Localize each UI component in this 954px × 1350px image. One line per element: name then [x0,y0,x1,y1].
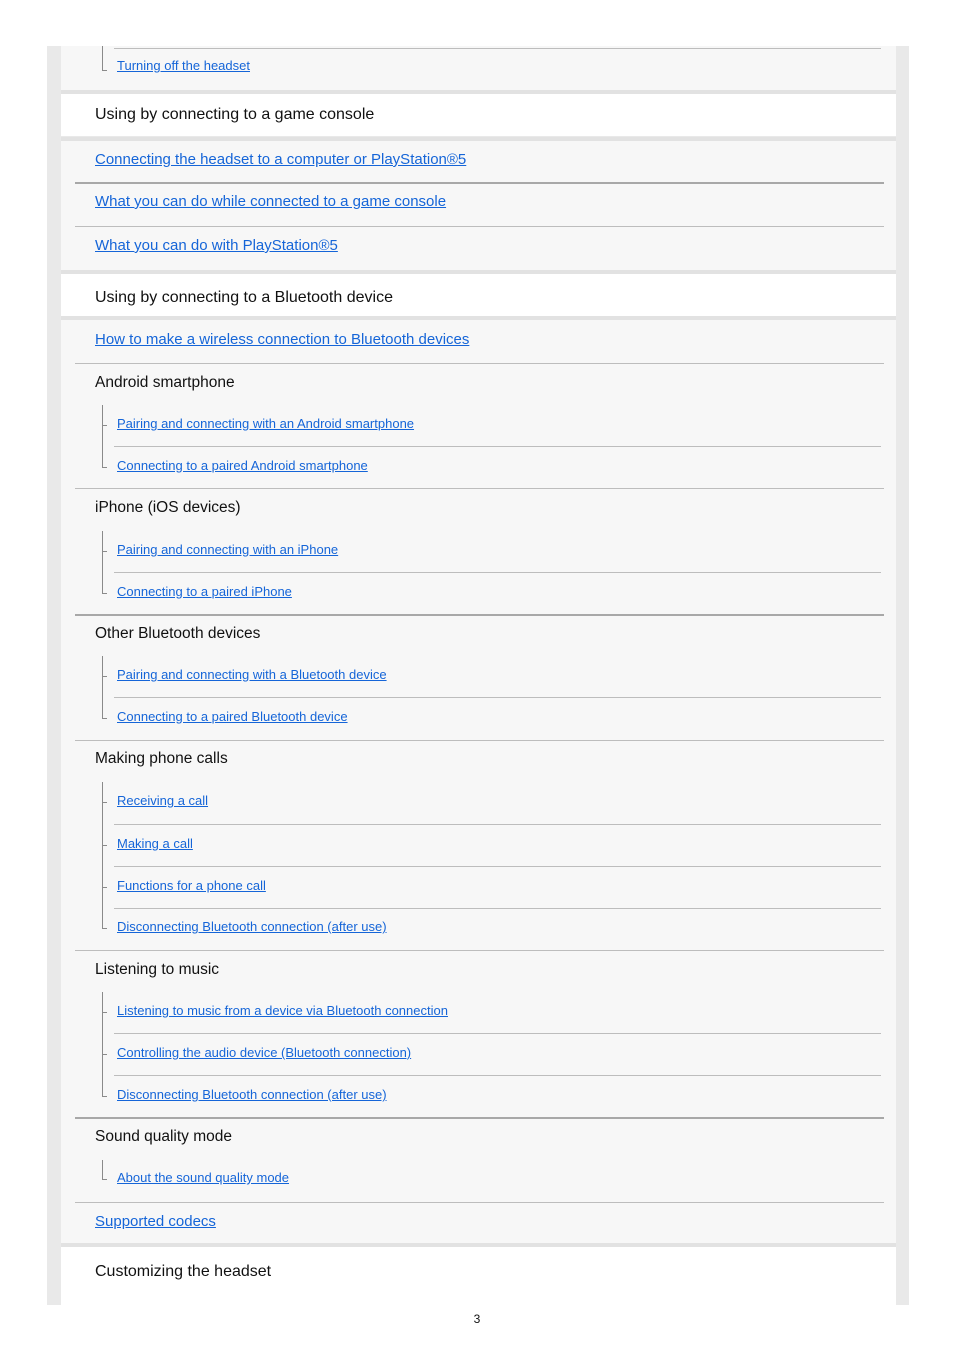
group-title: Other Bluetooth devices [95,625,261,642]
sub-link[interactable]: Disconnecting Bluetooth connection (afte… [117,1086,387,1104]
tree-tick [102,1012,107,1013]
link-game-console[interactable]: What you can do while connected to a gam… [95,193,446,211]
tree-tick [102,802,107,803]
tree-tick [102,1096,107,1097]
divider [75,950,884,951]
section-title: Customizing the headset [95,1263,272,1280]
link-connect-ps5[interactable]: Connecting the headset to a computer or … [95,151,466,169]
divider [114,48,881,49]
divider [114,572,881,573]
tree-line [102,992,103,1096]
sub-link[interactable]: Making a call [117,835,193,853]
divider [75,740,884,741]
tree-tick [102,467,107,468]
divider [114,866,881,867]
group-title: iPhone (iOS devices) [95,499,241,516]
divider [114,697,881,698]
sub-link[interactable]: Connecting to a paired iPhone [117,583,292,601]
section-title: Using by connecting to a Bluetooth devic… [95,289,393,306]
divider [114,1075,881,1076]
section-title: Using by connecting to a game console [95,106,375,123]
link-turning-off[interactable]: Turning off the headset [117,57,250,75]
divider [75,226,884,227]
tree-line [102,46,103,70]
tree-line [102,405,103,467]
tree-tick [102,551,107,552]
sub-link[interactable]: About the sound quality mode [117,1169,289,1187]
tree-tick [102,1179,107,1180]
manual-page: Turning off the headset Using by connect… [0,0,954,1350]
divider [75,182,884,184]
tree-line [102,656,103,718]
tree-tick [102,845,107,846]
tree-line [102,782,103,928]
divider [75,1117,884,1119]
sub-link[interactable]: Functions for a phone call [117,877,266,895]
divider [75,1202,884,1203]
group-title: Android smartphone [95,374,235,391]
tree-tick [102,887,107,888]
tree-tick [102,70,107,71]
section-header-customizing: Customizing the headset [61,1243,896,1305]
group-title: Listening to music [95,961,220,978]
sub-link[interactable]: Pairing and connecting with an iPhone [117,541,338,559]
tree-tick [102,1054,107,1055]
sub-link[interactable]: Pairing and connecting with a Bluetooth … [117,666,387,684]
toc-panel [61,316,896,1247]
sub-link[interactable]: Connecting to a paired Bluetooth device [117,708,348,726]
tree-line [102,531,103,593]
sub-link[interactable]: Listening to music from a device via Blu… [117,1002,448,1020]
divider [75,363,884,364]
divider [75,488,884,489]
section-header-bluetooth: Using by connecting to a Bluetooth devic… [61,270,896,316]
sub-link[interactable]: Controlling the audio device (Bluetooth … [117,1044,411,1062]
group-title: Making phone calls [95,750,228,767]
section-header-game-console: Using by connecting to a game console [61,90,896,136]
divider [114,1033,881,1034]
link-supported-codecs[interactable]: Supported codecs [95,1213,216,1231]
link-ps5[interactable]: What you can do with PlayStation®5 [95,237,338,255]
tree-line [102,1160,103,1179]
sub-link[interactable]: Connecting to a paired Android smartphon… [117,457,368,475]
tree-tick [102,425,107,426]
tree-tick [102,676,107,677]
divider [114,908,881,909]
tree-tick [102,718,107,719]
divider [114,446,881,447]
sub-link[interactable]: Pairing and connecting with an Android s… [117,415,414,433]
sub-link[interactable]: Receiving a call [117,792,208,810]
divider [114,824,881,825]
tree-tick [102,593,107,594]
page-number: 3 [473,1312,481,1326]
divider [75,614,884,616]
group-title: Sound quality mode [95,1128,233,1145]
sub-link[interactable]: Disconnecting Bluetooth connection (afte… [117,918,387,936]
tree-tick [102,928,107,929]
link-wireless-connection[interactable]: How to make a wireless connection to Blu… [95,331,469,349]
